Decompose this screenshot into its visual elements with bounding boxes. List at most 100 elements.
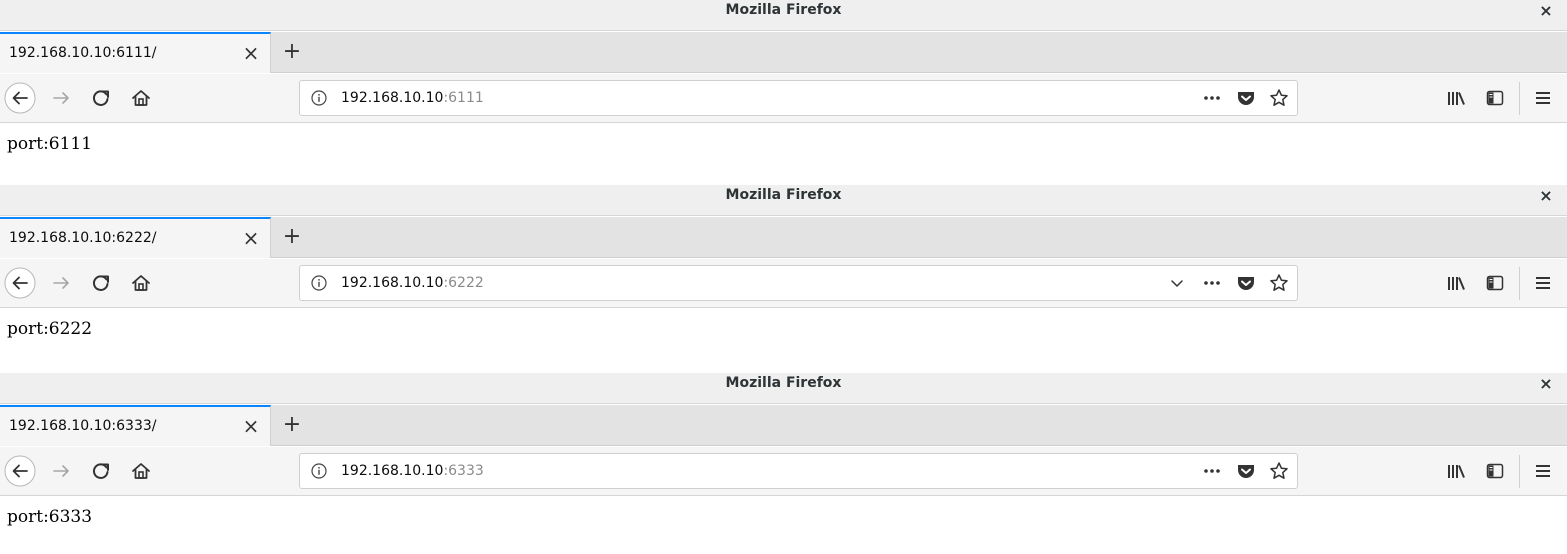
sidebar-button[interactable]: [1485, 461, 1505, 481]
new-tab-button[interactable]: +: [278, 405, 306, 446]
sidebar-icon: [1486, 275, 1504, 291]
sidebar-icon: [1486, 90, 1504, 106]
reload-icon: [92, 463, 109, 479]
new-tab-button[interactable]: +: [278, 217, 306, 258]
window-close-button[interactable]: ×: [1539, 185, 1553, 206]
url-bar[interactable]: 192.168.10.10:6333: [299, 453, 1298, 489]
stacked-firefox-windows: Mozilla Firefox × 192.168.10.10:6111/ × …: [0, 0, 1567, 554]
pocket-button[interactable]: [1236, 273, 1256, 293]
home-button[interactable]: [125, 82, 157, 114]
page-actions-button[interactable]: [1202, 88, 1222, 108]
bookmark-star-icon: [1270, 89, 1288, 106]
reload-button[interactable]: [85, 267, 117, 299]
url-port: :6111: [443, 90, 484, 106]
page-content: port:6111: [0, 124, 1567, 184]
bookmark-star-button[interactable]: [1269, 461, 1289, 481]
tab-title: 192.168.10.10:6111/: [9, 45, 157, 61]
back-icon: [4, 455, 36, 487]
url-port: :6333: [443, 463, 484, 479]
bookmark-star-button[interactable]: [1269, 88, 1289, 108]
page-actions-icon: [1204, 96, 1220, 100]
page-text: port:6111: [7, 134, 93, 154]
tab-active[interactable]: 192.168.10.10:6333/ ×: [0, 405, 271, 446]
forward-button[interactable]: [46, 267, 78, 299]
tab-title: 192.168.10.10:6333/: [9, 418, 157, 434]
home-button[interactable]: [125, 267, 157, 299]
back-button[interactable]: [4, 455, 36, 487]
tab-active[interactable]: 192.168.10.10:6222/ ×: [0, 217, 271, 258]
tab-close-button[interactable]: ×: [240, 407, 262, 446]
sidebar-button[interactable]: [1485, 88, 1505, 108]
back-button[interactable]: [4, 82, 36, 114]
pocket-icon: [1238, 277, 1254, 290]
url-text[interactable]: 192.168.10.10:6333: [341, 454, 484, 488]
pocket-button[interactable]: [1236, 461, 1256, 481]
forward-icon: [53, 92, 69, 104]
firefox-window: Mozilla Firefox × 192.168.10.10:6333/ × …: [0, 373, 1567, 554]
open-menu-button[interactable]: [1533, 88, 1553, 108]
info-icon[interactable]: [310, 89, 328, 107]
dropdown-chevron-icon: [1171, 280, 1183, 287]
window-title: Mozilla Firefox: [725, 2, 842, 18]
home-icon: [132, 275, 150, 291]
firefox-window: Mozilla Firefox × 192.168.10.10:6222/ × …: [0, 185, 1567, 369]
bookmark-star-button[interactable]: [1269, 273, 1289, 293]
sidebar-button[interactable]: [1485, 273, 1505, 293]
forward-button[interactable]: [46, 455, 78, 487]
page-text: port:6222: [7, 319, 93, 339]
open-menu-button[interactable]: [1533, 273, 1553, 293]
tab-close-button[interactable]: ×: [240, 34, 262, 73]
url-dropdown-button[interactable]: [1167, 273, 1187, 293]
forward-button[interactable]: [46, 82, 78, 114]
url-bar[interactable]: 192.168.10.10:6222: [299, 265, 1298, 301]
library-button[interactable]: [1446, 461, 1466, 481]
window-titlebar[interactable]: Mozilla Firefox ×: [0, 373, 1567, 404]
navigation-toolbar: 192.168.10.10:6222: [0, 259, 1567, 308]
home-button[interactable]: [125, 455, 157, 487]
forward-icon: [53, 465, 69, 477]
hamburger-menu-icon: [1536, 277, 1550, 289]
tab-title: 192.168.10.10:6222/: [9, 230, 157, 246]
window-title: Mozilla Firefox: [725, 375, 842, 391]
forward-icon: [53, 277, 69, 289]
toolbar-separator: [1519, 455, 1520, 488]
window-titlebar[interactable]: Mozilla Firefox ×: [0, 0, 1567, 31]
back-button[interactable]: [4, 267, 36, 299]
toolbar-separator: [1519, 267, 1520, 300]
bookmark-star-icon: [1270, 274, 1288, 291]
library-icon: [1448, 465, 1465, 478]
page-content: port:6222: [0, 309, 1567, 369]
info-icon[interactable]: [310, 274, 328, 292]
reload-button[interactable]: [85, 455, 117, 487]
reload-icon: [92, 275, 109, 291]
url-text[interactable]: 192.168.10.10:6222: [341, 266, 484, 300]
library-button[interactable]: [1446, 88, 1466, 108]
new-tab-button[interactable]: +: [278, 32, 306, 73]
navigation-toolbar: 192.168.10.10:6111: [0, 74, 1567, 123]
pocket-icon: [1238, 465, 1254, 478]
window-close-button[interactable]: ×: [1539, 373, 1553, 394]
page-actions-button[interactable]: [1202, 461, 1222, 481]
reload-button[interactable]: [85, 82, 117, 114]
pocket-button[interactable]: [1236, 88, 1256, 108]
window-titlebar[interactable]: Mozilla Firefox ×: [0, 185, 1567, 216]
sidebar-icon: [1486, 463, 1504, 479]
url-bar[interactable]: 192.168.10.10:6111: [299, 80, 1298, 116]
library-icon: [1448, 92, 1465, 105]
url-text[interactable]: 192.168.10.10:6111: [341, 81, 484, 115]
window-close-button[interactable]: ×: [1539, 0, 1553, 21]
tab-strip: 192.168.10.10:6333/ × +: [0, 405, 1567, 446]
library-button[interactable]: [1446, 273, 1466, 293]
url-port: :6222: [443, 275, 484, 291]
page-actions-icon: [1204, 281, 1220, 285]
home-icon: [132, 90, 150, 106]
library-icon: [1448, 277, 1465, 290]
page-actions-button[interactable]: [1202, 273, 1222, 293]
back-icon: [4, 82, 36, 114]
url-host: 192.168.10.10: [341, 463, 444, 479]
tab-close-button[interactable]: ×: [240, 219, 262, 258]
open-menu-button[interactable]: [1533, 461, 1553, 481]
info-icon[interactable]: [310, 462, 328, 480]
tab-active[interactable]: 192.168.10.10:6111/ ×: [0, 32, 271, 73]
url-host: 192.168.10.10: [341, 90, 444, 106]
